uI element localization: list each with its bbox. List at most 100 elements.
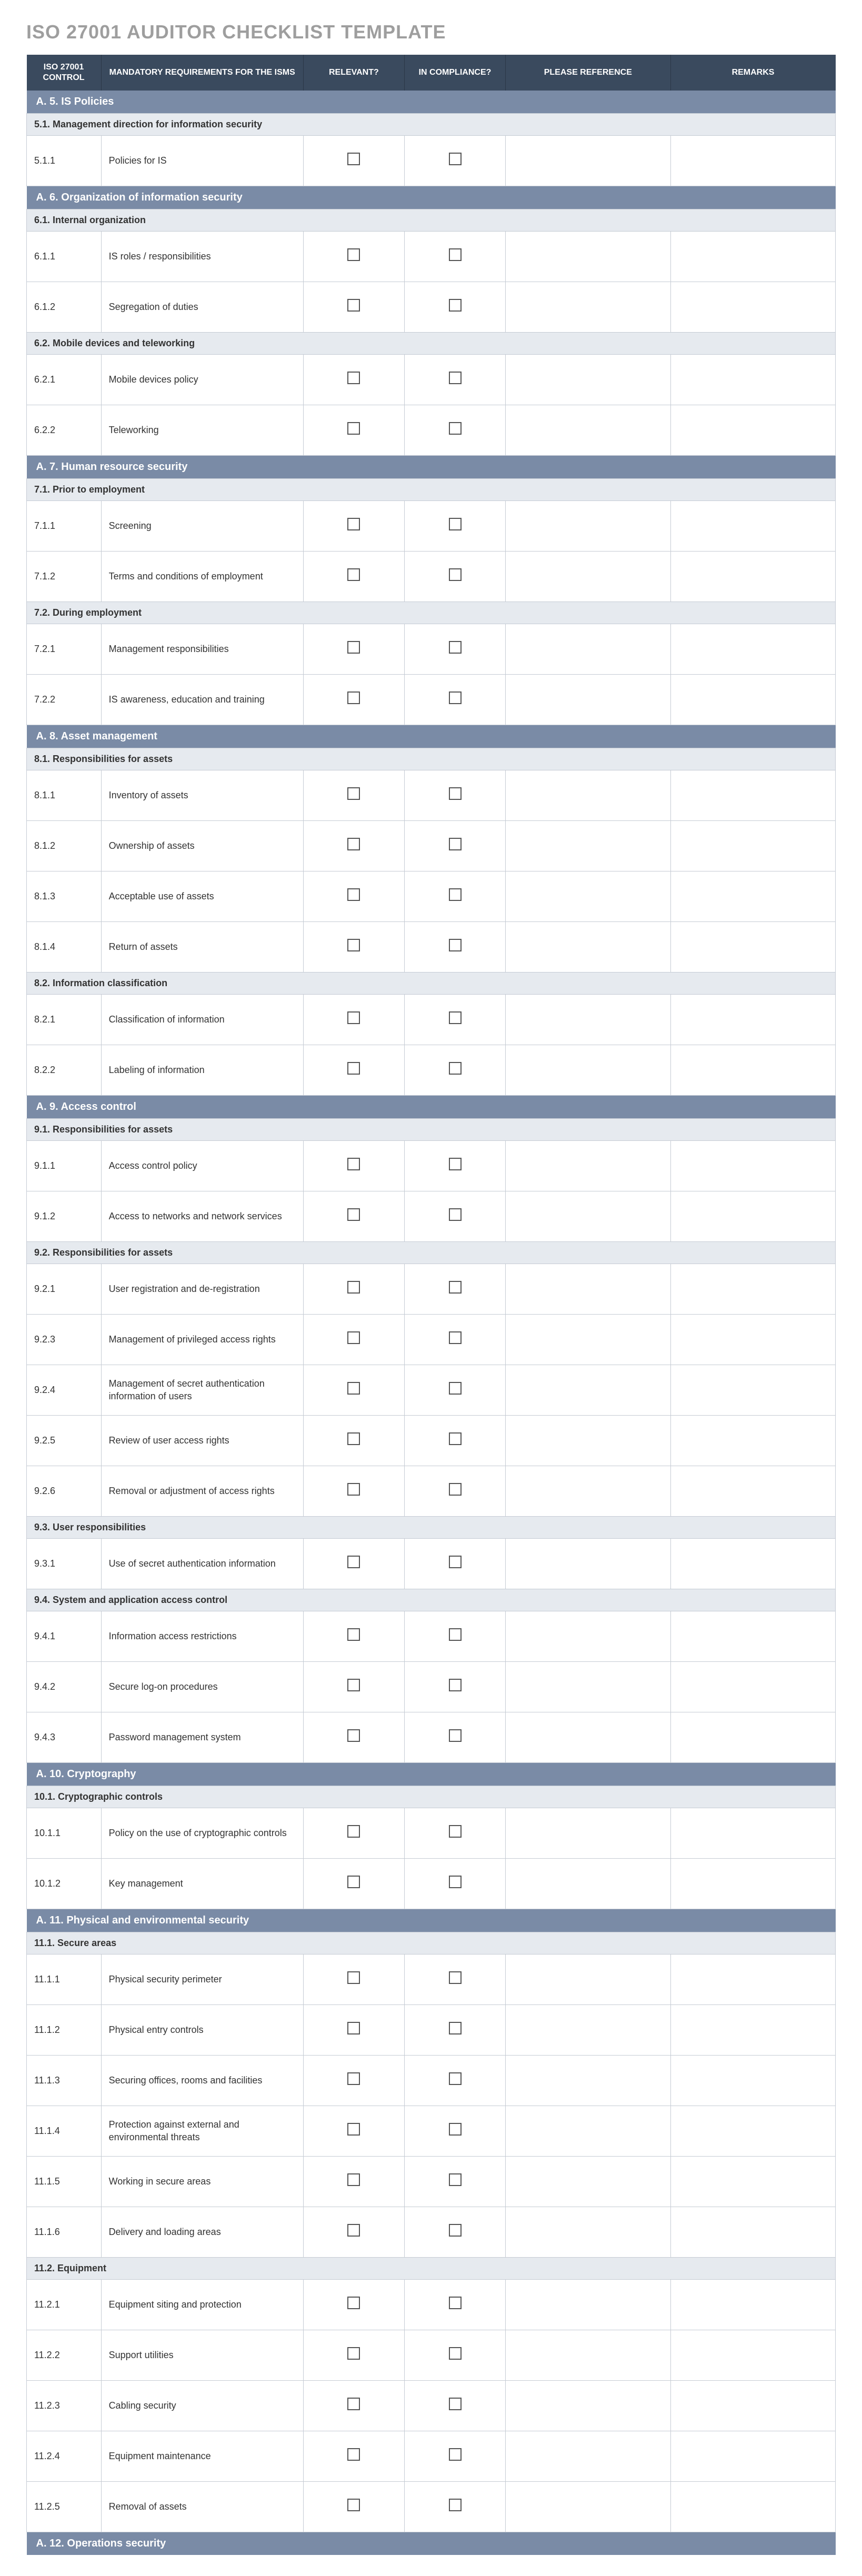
compliance-checkbox[interactable] [449, 1331, 462, 1344]
reference-cell[interactable] [506, 232, 670, 282]
reference-cell[interactable] [506, 2280, 670, 2330]
relevant-checkbox[interactable] [347, 2499, 360, 2511]
remarks-cell[interactable] [670, 1141, 835, 1191]
compliance-checkbox[interactable] [449, 2297, 462, 2309]
relevant-checkbox[interactable] [347, 2297, 360, 2309]
reference-cell[interactable] [506, 1045, 670, 1096]
compliance-checkbox[interactable] [449, 1971, 462, 1984]
compliance-checkbox[interactable] [449, 1729, 462, 1742]
relevant-checkbox[interactable] [347, 1628, 360, 1641]
compliance-checkbox[interactable] [449, 641, 462, 654]
compliance-checkbox[interactable] [449, 787, 462, 800]
compliance-checkbox[interactable] [449, 422, 462, 435]
relevant-checkbox[interactable] [347, 2123, 360, 2136]
compliance-checkbox[interactable] [449, 2224, 462, 2237]
reference-cell[interactable] [506, 1662, 670, 1712]
compliance-checkbox[interactable] [449, 1011, 462, 1024]
relevant-checkbox[interactable] [347, 248, 360, 261]
remarks-cell[interactable] [670, 1539, 835, 1589]
compliance-checkbox[interactable] [449, 1679, 462, 1691]
relevant-checkbox[interactable] [347, 1432, 360, 1445]
reference-cell[interactable] [506, 1859, 670, 1909]
remarks-cell[interactable] [670, 232, 835, 282]
reference-cell[interactable] [506, 1712, 670, 1763]
remarks-cell[interactable] [670, 282, 835, 333]
compliance-checkbox[interactable] [449, 568, 462, 581]
remarks-cell[interactable] [670, 770, 835, 821]
compliance-checkbox[interactable] [449, 1825, 462, 1838]
compliance-checkbox[interactable] [449, 299, 462, 312]
relevant-checkbox[interactable] [347, 2448, 360, 2461]
relevant-checkbox[interactable] [347, 2398, 360, 2410]
compliance-checkbox[interactable] [449, 372, 462, 384]
reference-cell[interactable] [506, 355, 670, 405]
relevant-checkbox[interactable] [347, 372, 360, 384]
remarks-cell[interactable] [670, 405, 835, 456]
reference-cell[interactable] [506, 2056, 670, 2106]
relevant-checkbox[interactable] [347, 2022, 360, 2034]
relevant-checkbox[interactable] [347, 1011, 360, 1024]
relevant-checkbox[interactable] [347, 1876, 360, 1888]
compliance-checkbox[interactable] [449, 1281, 462, 1294]
remarks-cell[interactable] [670, 2005, 835, 2056]
compliance-checkbox[interactable] [449, 2173, 462, 2186]
remarks-cell[interactable] [670, 2482, 835, 2532]
reference-cell[interactable] [506, 1365, 670, 1416]
relevant-checkbox[interactable] [347, 2173, 360, 2186]
remarks-cell[interactable] [670, 624, 835, 675]
reference-cell[interactable] [506, 770, 670, 821]
remarks-cell[interactable] [670, 1611, 835, 1662]
relevant-checkbox[interactable] [347, 641, 360, 654]
compliance-checkbox[interactable] [449, 939, 462, 951]
remarks-cell[interactable] [670, 2280, 835, 2330]
remarks-cell[interactable] [670, 1191, 835, 1242]
reference-cell[interactable] [506, 2431, 670, 2482]
reference-cell[interactable] [506, 2005, 670, 2056]
compliance-checkbox[interactable] [449, 2123, 462, 2136]
relevant-checkbox[interactable] [347, 1825, 360, 1838]
remarks-cell[interactable] [670, 1712, 835, 1763]
remarks-cell[interactable] [670, 1808, 835, 1859]
remarks-cell[interactable] [670, 2056, 835, 2106]
relevant-checkbox[interactable] [347, 2224, 360, 2237]
compliance-checkbox[interactable] [449, 1483, 462, 1496]
reference-cell[interactable] [506, 1315, 670, 1365]
remarks-cell[interactable] [670, 1045, 835, 1096]
reference-cell[interactable] [506, 2106, 670, 2157]
compliance-checkbox[interactable] [449, 2022, 462, 2034]
relevant-checkbox[interactable] [347, 299, 360, 312]
compliance-checkbox[interactable] [449, 1556, 462, 1568]
reference-cell[interactable] [506, 922, 670, 973]
relevant-checkbox[interactable] [347, 422, 360, 435]
reference-cell[interactable] [506, 1611, 670, 1662]
reference-cell[interactable] [506, 995, 670, 1045]
remarks-cell[interactable] [670, 2157, 835, 2207]
reference-cell[interactable] [506, 2330, 670, 2381]
remarks-cell[interactable] [670, 355, 835, 405]
remarks-cell[interactable] [670, 675, 835, 725]
reference-cell[interactable] [506, 1954, 670, 2005]
relevant-checkbox[interactable] [347, 568, 360, 581]
remarks-cell[interactable] [670, 1662, 835, 1712]
remarks-cell[interactable] [670, 2431, 835, 2482]
relevant-checkbox[interactable] [347, 838, 360, 850]
compliance-checkbox[interactable] [449, 2499, 462, 2511]
reference-cell[interactable] [506, 1191, 670, 1242]
relevant-checkbox[interactable] [347, 787, 360, 800]
compliance-checkbox[interactable] [449, 2347, 462, 2360]
remarks-cell[interactable] [670, 821, 835, 871]
compliance-checkbox[interactable] [449, 248, 462, 261]
compliance-checkbox[interactable] [449, 1158, 462, 1170]
remarks-cell[interactable] [670, 136, 835, 186]
relevant-checkbox[interactable] [347, 1062, 360, 1075]
remarks-cell[interactable] [670, 1264, 835, 1315]
compliance-checkbox[interactable] [449, 2398, 462, 2410]
relevant-checkbox[interactable] [347, 1382, 360, 1395]
reference-cell[interactable] [506, 675, 670, 725]
relevant-checkbox[interactable] [347, 1679, 360, 1691]
reference-cell[interactable] [506, 405, 670, 456]
compliance-checkbox[interactable] [449, 1628, 462, 1641]
relevant-checkbox[interactable] [347, 518, 360, 530]
remarks-cell[interactable] [670, 2207, 835, 2258]
reference-cell[interactable] [506, 501, 670, 552]
